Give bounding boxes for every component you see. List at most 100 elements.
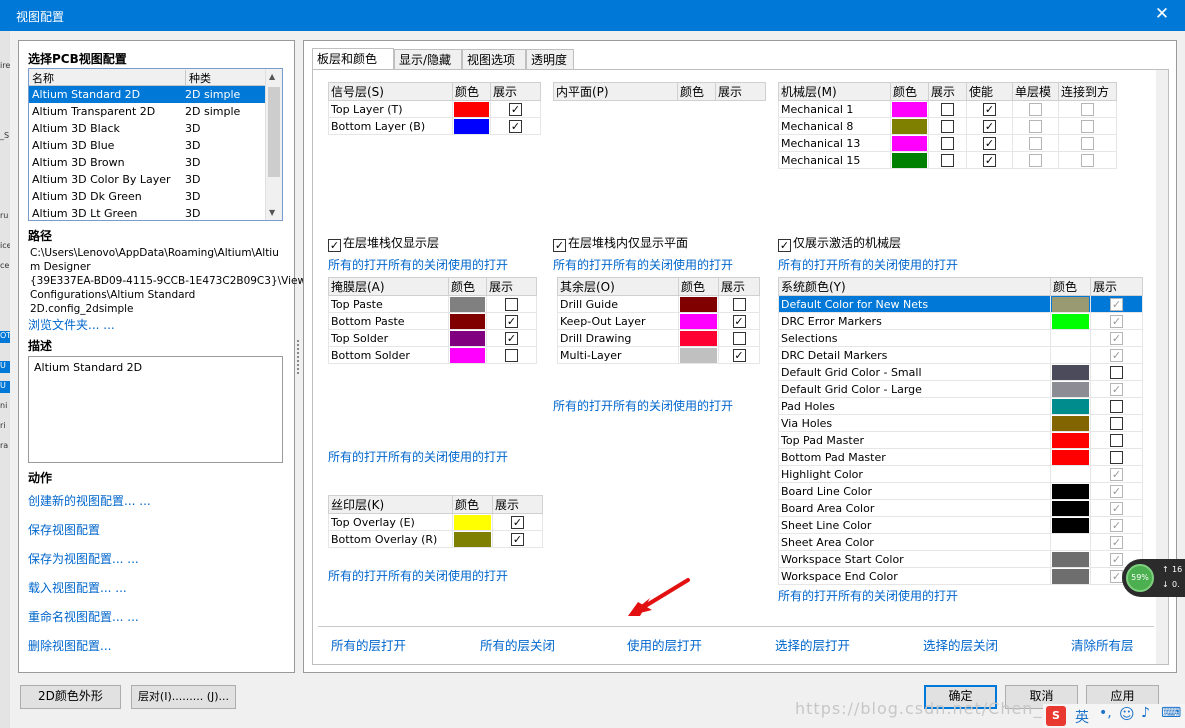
color-swatch[interactable]: [1052, 568, 1089, 584]
netspeed-widget[interactable]: 59% ↑ 16 ↓ 0.: [1122, 559, 1185, 597]
show-checkbox[interactable]: ✓: [1110, 484, 1123, 498]
col-header[interactable]: 展示: [1090, 277, 1143, 296]
single-checkbox[interactable]: [1029, 102, 1042, 116]
color-swatch[interactable]: [454, 101, 489, 117]
layer-row[interactable]: Mechanical 8 ✓: [778, 117, 1117, 135]
layer-row[interactable]: Selections ✓: [778, 329, 1143, 347]
description-box[interactable]: Altium Standard 2D: [28, 356, 283, 463]
bottom-link-3[interactable]: 选择的层打开: [775, 635, 850, 654]
color-swatch[interactable]: [680, 313, 717, 329]
ime-mode[interactable]: 英: [1075, 707, 1089, 727]
show-checkbox[interactable]: [941, 136, 954, 150]
layer-row[interactable]: DRC Detail Markers ✓: [778, 346, 1143, 364]
col-header[interactable]: 颜色: [1050, 277, 1091, 296]
show-checkbox[interactable]: ✓: [732, 314, 746, 328]
color-swatch[interactable]: [450, 313, 485, 329]
show-checkbox[interactable]: ✓: [505, 331, 518, 345]
col-name[interactable]: 名称: [32, 70, 54, 86]
enable-checkbox[interactable]: ✓: [983, 119, 996, 133]
show-checkbox[interactable]: ✓: [505, 314, 518, 328]
scroll-thumb[interactable]: [268, 87, 280, 177]
layer-row[interactable]: DRC Error Markers ✓: [778, 312, 1143, 330]
color-swatch[interactable]: [1052, 449, 1089, 465]
tab-1[interactable]: 显示/隐藏: [394, 49, 462, 69]
layer-row[interactable]: Workspace End Color ✓: [778, 567, 1143, 585]
single-checkbox[interactable]: [1029, 153, 1042, 167]
bottom-link-5[interactable]: 清除所有层: [1071, 635, 1134, 654]
other-title[interactable]: 其余层(O): [557, 277, 679, 296]
action-link[interactable]: 载入视图配置... ...: [28, 579, 127, 596]
layer-row[interactable]: Mechanical 13 ✓: [778, 134, 1117, 152]
layer-row[interactable]: Drill Guide: [557, 295, 760, 313]
layer-row[interactable]: Drill Drawing: [557, 329, 760, 347]
color-swatch[interactable]: [1052, 296, 1089, 312]
show-checkbox[interactable]: [732, 331, 746, 345]
action-link[interactable]: 保存视图配置: [28, 521, 100, 538]
toggle-layers-link[interactable]: 所有的打开所有的关闭使用的打开: [328, 567, 508, 584]
color-swatch[interactable]: [892, 118, 927, 134]
config-row[interactable]: Altium 3D Blue 3D: [29, 137, 265, 154]
col-header[interactable]: 使能: [966, 82, 1013, 101]
col-header[interactable]: 展示: [928, 82, 967, 101]
layer-row[interactable]: Sheet Line Color ✓: [778, 516, 1143, 534]
col-header[interactable]: 连接到方: [1058, 82, 1117, 101]
layer-row[interactable]: Mechanical 15 ✓: [778, 151, 1117, 169]
show-checkbox[interactable]: ✓: [1110, 297, 1123, 311]
color-swatch[interactable]: [1052, 398, 1089, 414]
toggle-layers-link[interactable]: 所有的打开所有的关闭使用的打开: [328, 256, 508, 273]
show-checkbox[interactable]: [1110, 399, 1123, 413]
color-swatch[interactable]: [450, 330, 485, 346]
color-swatch[interactable]: [892, 135, 927, 151]
color-swatch[interactable]: [1052, 551, 1089, 567]
scroll-down-icon[interactable]: ▼: [269, 208, 275, 217]
config-list-scrollbar[interactable]: ▲ ▼: [265, 69, 282, 220]
color-swatch[interactable]: [1052, 381, 1089, 397]
layer-row[interactable]: Top Layer (T) ✓: [328, 100, 541, 118]
layer-row[interactable]: Keep-Out Layer ✓: [557, 312, 760, 330]
show-checkbox[interactable]: [1110, 433, 1123, 447]
checkbox[interactable]: ✓: [553, 239, 566, 252]
col-header[interactable]: 展示: [492, 495, 543, 514]
layer-row[interactable]: Default Grid Color - Large ✓: [778, 380, 1143, 398]
layer-row[interactable]: Highlight Color ✓: [778, 465, 1143, 483]
punct-icon[interactable]: •,: [1099, 705, 1112, 721]
color-2d-button[interactable]: 2D颜色外形: [20, 685, 121, 709]
layer-row[interactable]: Multi-Layer ✓: [557, 346, 760, 364]
show-checkbox[interactable]: ✓: [509, 102, 522, 116]
config-row[interactable]: Altium 3D Brown 3D: [29, 154, 265, 171]
connect-checkbox[interactable]: [1081, 136, 1094, 150]
action-link[interactable]: 重命名视图配置... ...: [28, 608, 139, 625]
layer-row[interactable]: Default Color for New Nets ✓: [778, 295, 1143, 313]
color-swatch[interactable]: [1052, 517, 1089, 533]
signal-title[interactable]: 信号层(S): [328, 82, 453, 101]
col-header[interactable]: 颜色: [678, 277, 719, 296]
col-header[interactable]: 展示: [490, 82, 541, 101]
layer-row[interactable]: Default Grid Color - Small: [778, 363, 1143, 381]
show-checkbox[interactable]: ✓: [1110, 348, 1123, 362]
bottom-link-2[interactable]: 使用的层打开: [627, 635, 702, 654]
col-header[interactable]: 展示: [715, 82, 766, 101]
color-swatch[interactable]: [454, 118, 489, 134]
color-swatch[interactable]: [680, 296, 717, 312]
tab-0[interactable]: 板层和颜色: [312, 48, 394, 69]
col-header[interactable]: 展示: [486, 277, 537, 296]
show-checkbox[interactable]: ✓: [1110, 382, 1123, 396]
internal-title[interactable]: 内平面(P): [553, 82, 678, 101]
layer-row[interactable]: Bottom Overlay (R) ✓: [328, 530, 543, 548]
enable-checkbox[interactable]: ✓: [983, 153, 996, 167]
layer-row[interactable]: Top Paste: [328, 295, 537, 313]
connect-checkbox[interactable]: [1081, 153, 1094, 167]
config-row[interactable]: Altium 3D Dk Green 3D: [29, 188, 265, 205]
layer-pairs-button[interactable]: 层对(I)......... (J)...: [131, 685, 236, 709]
show-checkbox[interactable]: ✓: [1110, 518, 1123, 532]
connect-checkbox[interactable]: [1081, 119, 1094, 133]
emoji-icon[interactable]: ☺: [1119, 705, 1135, 723]
color-swatch[interactable]: [1052, 415, 1089, 431]
col-header[interactable]: 颜色: [452, 495, 493, 514]
color-swatch[interactable]: [1052, 347, 1089, 363]
layer-row[interactable]: Board Area Color ✓: [778, 499, 1143, 517]
browse-folder-link[interactable]: 浏览文件夹... ...: [28, 316, 115, 333]
color-swatch[interactable]: [1052, 466, 1089, 482]
layer-row[interactable]: Board Line Color ✓: [778, 482, 1143, 500]
show-checkbox[interactable]: [941, 102, 954, 116]
